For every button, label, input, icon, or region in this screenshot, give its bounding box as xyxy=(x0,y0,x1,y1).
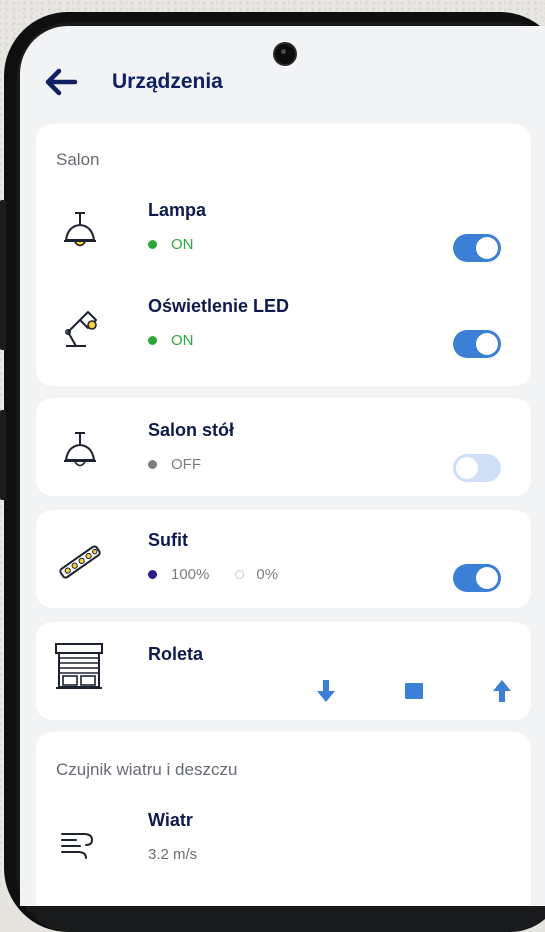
status-on-dot xyxy=(148,336,157,345)
status-label: OFF xyxy=(171,456,201,473)
sufit-toggle-switch[interactable] xyxy=(453,564,501,592)
led-strip-icon xyxy=(59,545,101,579)
toggle-knob xyxy=(476,567,498,589)
group-card-salon: Salon Lampa ON Oświetlenie LED ON xyxy=(36,124,531,386)
toggle-knob xyxy=(456,457,478,479)
sensor-name: Wiatr xyxy=(148,810,193,830)
level-off-dot xyxy=(235,570,245,579)
device-row-salon-stol[interactable]: Salon stół OFF xyxy=(36,412,531,502)
salon-stol-toggle-switch[interactable] xyxy=(453,454,501,482)
stop-icon[interactable] xyxy=(402,678,426,704)
oswietlenie-led-toggle-switch[interactable] xyxy=(453,330,501,358)
status-label: ON xyxy=(171,332,194,349)
device-card-roleta: Roleta xyxy=(36,622,531,720)
level-on-label: 100% xyxy=(171,566,210,583)
device-row-oswietlenie-led[interactable]: Oświetlenie LED ON xyxy=(36,288,531,378)
device-name: Salon stół xyxy=(148,420,235,440)
back-arrow-icon[interactable] xyxy=(44,68,78,96)
pendant-lamp-icon xyxy=(64,212,96,247)
wind-icon xyxy=(61,833,94,859)
phone-side-button xyxy=(0,200,6,350)
group-title: Salon xyxy=(56,150,100,169)
device-status: OFF xyxy=(148,456,201,473)
status-off-dot xyxy=(148,460,157,469)
level-off-label: 0% xyxy=(256,566,279,583)
lampa-toggle-switch[interactable] xyxy=(453,234,501,262)
dimmer-levels: 100% 0% xyxy=(148,566,278,583)
arrow-down-icon[interactable] xyxy=(314,678,338,704)
group-title: Czujnik wiatru i deszczu xyxy=(56,760,238,779)
pendant-lamp-icon xyxy=(64,432,96,467)
device-name: Lampa xyxy=(148,200,207,220)
arrow-up-icon[interactable] xyxy=(490,678,514,704)
device-row-lampa[interactable]: Lampa ON xyxy=(36,192,531,282)
desk-lamp-icon xyxy=(65,311,97,347)
device-status: ON xyxy=(148,332,194,349)
toggle-knob xyxy=(476,237,498,259)
status-on-dot xyxy=(148,240,157,249)
sensor-value: 3.2 m/s xyxy=(148,846,198,863)
sensor-row-wiatr[interactable]: Wiatr 3.2 m/s xyxy=(36,802,531,892)
device-name: Sufit xyxy=(148,530,188,550)
front-camera xyxy=(275,44,295,64)
device-row-sufit[interactable]: Sufit 100% 0% xyxy=(36,522,531,612)
group-card-czujnik: Czujnik wiatru i deszczu Wiatr 3.2 m/s xyxy=(36,732,531,906)
status-label: ON xyxy=(171,236,194,253)
page-title: Urządzenia xyxy=(112,70,223,93)
device-card-salon-stol: Salon stół OFF xyxy=(36,398,531,496)
device-name: Roleta xyxy=(148,644,204,664)
phone-side-button xyxy=(0,410,6,500)
app-screen: Urządzenia Salon Lampa ON Oświetlenie LE… xyxy=(20,26,545,906)
device-card-sufit: Sufit 100% 0% xyxy=(36,510,531,608)
device-status: ON xyxy=(148,236,194,253)
roller-shutter-icon xyxy=(55,643,103,689)
toggle-knob xyxy=(476,333,498,355)
level-on-dot xyxy=(148,570,157,579)
device-name: Oświetlenie LED xyxy=(148,296,290,316)
